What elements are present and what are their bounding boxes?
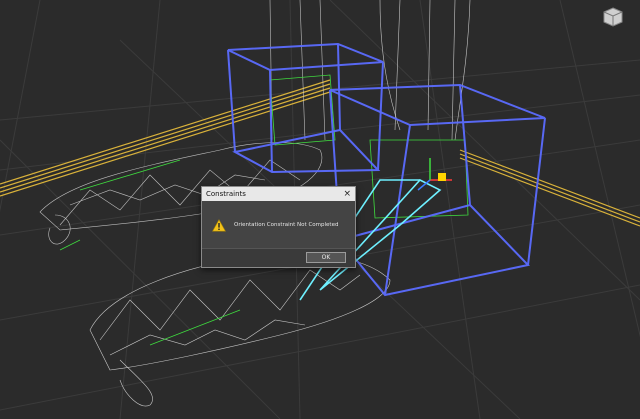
dialog-title: Constraints (206, 190, 246, 198)
viewcube-icon[interactable] (600, 4, 626, 30)
dialog-body: Orientation Constraint Not Completed (202, 201, 355, 249)
bone-box-back (227, 42, 384, 174)
constraints-dialog: Constraints × Orientation Constraint Not… (201, 186, 356, 268)
warning-icon (212, 218, 226, 231)
dialog-message: Orientation Constraint Not Completed (234, 222, 339, 228)
ok-button[interactable]: OK (306, 252, 346, 263)
dialog-footer: OK (202, 248, 355, 267)
dialog-titlebar[interactable]: Constraints × (202, 187, 355, 201)
close-button[interactable]: × (343, 189, 351, 199)
